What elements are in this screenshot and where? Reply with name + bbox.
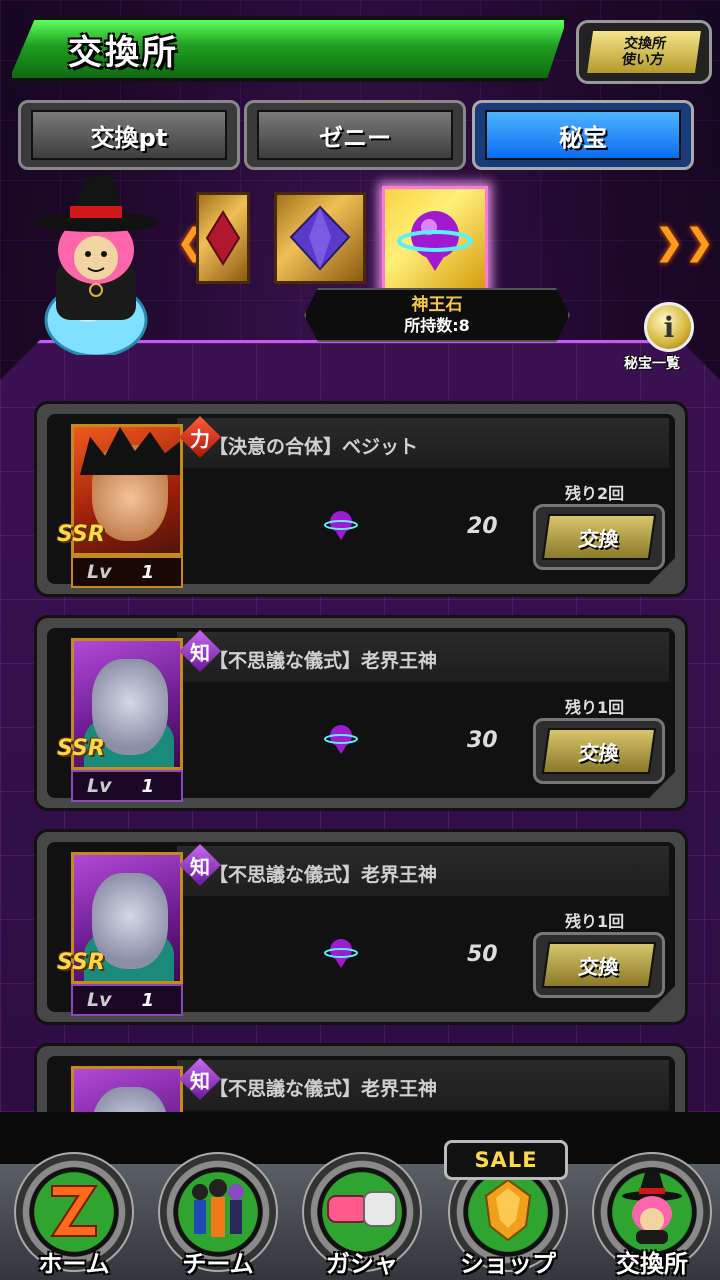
character-hair xyxy=(80,427,180,475)
exchange-button-label: 交換 xyxy=(541,728,657,774)
cost-value: 50 xyxy=(467,942,498,967)
exchange-button[interactable]: 交換 xyxy=(533,504,665,570)
how-to-use-label-line2: 使い方 xyxy=(620,52,665,68)
level-label: Lv xyxy=(87,989,112,1011)
remaining-count: 残り1回 xyxy=(565,698,625,717)
kaioshin-stone-icon xyxy=(397,211,473,271)
card-title: 【不思議な儀式】老界王神 xyxy=(209,650,438,672)
z-logo-icon xyxy=(50,1185,98,1237)
nav-gasha-label: ガシャ xyxy=(326,1250,398,1278)
exchange-card: 知 SSR Lv 1 【不思議な儀式】老界王神 30 残り1回 交換 xyxy=(34,615,688,811)
treasure-list-button[interactable]: i xyxy=(640,302,698,360)
kaioshin-stone-icon xyxy=(324,939,358,968)
exchange-card: 知 【不思議な儀式】老界王神 xyxy=(34,1043,688,1113)
level-box: Lv 1 xyxy=(71,984,183,1016)
level-label: Lv xyxy=(87,775,112,797)
nav-exchange-button[interactable]: 交換所 xyxy=(584,1152,720,1280)
remaining-count: 残り2回 xyxy=(565,484,625,503)
babidi-character-icon xyxy=(34,174,158,355)
exchange-list[interactable]: 力 SSR Lv 1 【決意の合体】ベジット 20 残り2回 交換 知 SSR … xyxy=(0,395,720,1113)
info-icon: i xyxy=(644,302,694,352)
tab-zeni[interactable]: ゼニー xyxy=(244,100,466,170)
team-icon xyxy=(192,1179,244,1237)
remaining-count: 残り1回 xyxy=(565,912,625,931)
level-label: Lv xyxy=(87,561,112,583)
tab-zeni-label: ゼニー xyxy=(257,110,453,160)
exchange-button-label: 交換 xyxy=(541,514,657,560)
carousel-item-kaioshin-stone[interactable] xyxy=(382,186,488,292)
page-title: 交換所 xyxy=(68,33,179,73)
character-portrait xyxy=(92,1087,168,1113)
selected-item-info: 神王石 所持数:8 xyxy=(304,288,570,342)
rarity-badge: SSR xyxy=(57,522,105,547)
level-box: Lv 1 xyxy=(71,556,183,588)
carousel-next-arrow-icon[interactable]: ❯❯ xyxy=(654,222,714,263)
nav-gasha-button[interactable]: ガシャ xyxy=(294,1152,430,1280)
tab-treasure-label: 秘宝 xyxy=(485,110,681,160)
nav-home-button[interactable]: ホーム xyxy=(6,1152,142,1280)
how-to-use-button[interactable]: 交換所 使い方 xyxy=(576,20,712,84)
kaioshin-stone-icon xyxy=(324,511,358,540)
exchange-button-label: 交換 xyxy=(541,942,657,988)
how-to-use-label-line1: 交換所 xyxy=(623,35,668,52)
nav-exchange-label: 交換所 xyxy=(616,1250,688,1278)
carousel-item-red-crystal[interactable] xyxy=(196,192,250,284)
gasha-capsule-icon xyxy=(327,1191,397,1227)
exchange-card: 知 SSR Lv 1 【不思議な儀式】老界王神 50 残り1回 交換 xyxy=(34,829,688,1025)
card-title: 【不思議な儀式】老界王神 xyxy=(209,1078,438,1100)
tab-treasure[interactable]: 秘宝 xyxy=(472,100,694,170)
exchange-card: 力 SSR Lv 1 【決意の合体】ベジット 20 残り2回 交換 xyxy=(34,401,688,597)
carousel-item-purple-octahedron[interactable] xyxy=(274,192,366,284)
cost-value: 30 xyxy=(467,728,498,753)
tab-exchange-pt-label: 交換pt xyxy=(31,110,227,160)
exchange-button[interactable]: 交換 xyxy=(533,718,665,784)
level-value: 1 xyxy=(141,989,155,1011)
kaioshin-stone-icon xyxy=(324,725,358,754)
level-box: Lv 1 xyxy=(71,770,183,802)
level-value: 1 xyxy=(141,561,155,583)
nav-home-label: ホーム xyxy=(38,1250,110,1278)
cost-value: 20 xyxy=(467,514,498,539)
level-value: 1 xyxy=(141,775,155,797)
purple-octahedron-icon xyxy=(289,205,351,271)
red-crystal-icon xyxy=(205,210,241,266)
selected-item-name: 神王石 xyxy=(411,295,463,316)
rarity-badge: SSR xyxy=(57,950,105,975)
nav-shop-label: ショップ xyxy=(460,1250,556,1278)
babidi-icon xyxy=(622,1168,682,1244)
character-thumbnail[interactable] xyxy=(71,1066,183,1113)
tab-exchange-pt[interactable]: 交換pt xyxy=(18,100,240,170)
card-title: 【決意の合体】ベジット xyxy=(209,436,419,458)
exchange-button[interactable]: 交換 xyxy=(533,932,665,998)
card-title: 【不思議な儀式】老界王神 xyxy=(209,864,438,886)
sale-badge: SALE xyxy=(444,1140,568,1180)
treasure-list-label: 秘宝一覧 xyxy=(624,356,680,372)
dragon-stone-icon xyxy=(484,1178,532,1242)
rarity-badge: SSR xyxy=(57,736,105,761)
selected-item-owned-count: 所持数:8 xyxy=(404,315,470,335)
nav-team-button[interactable]: チーム xyxy=(150,1152,286,1280)
nav-team-label: チーム xyxy=(182,1250,254,1278)
